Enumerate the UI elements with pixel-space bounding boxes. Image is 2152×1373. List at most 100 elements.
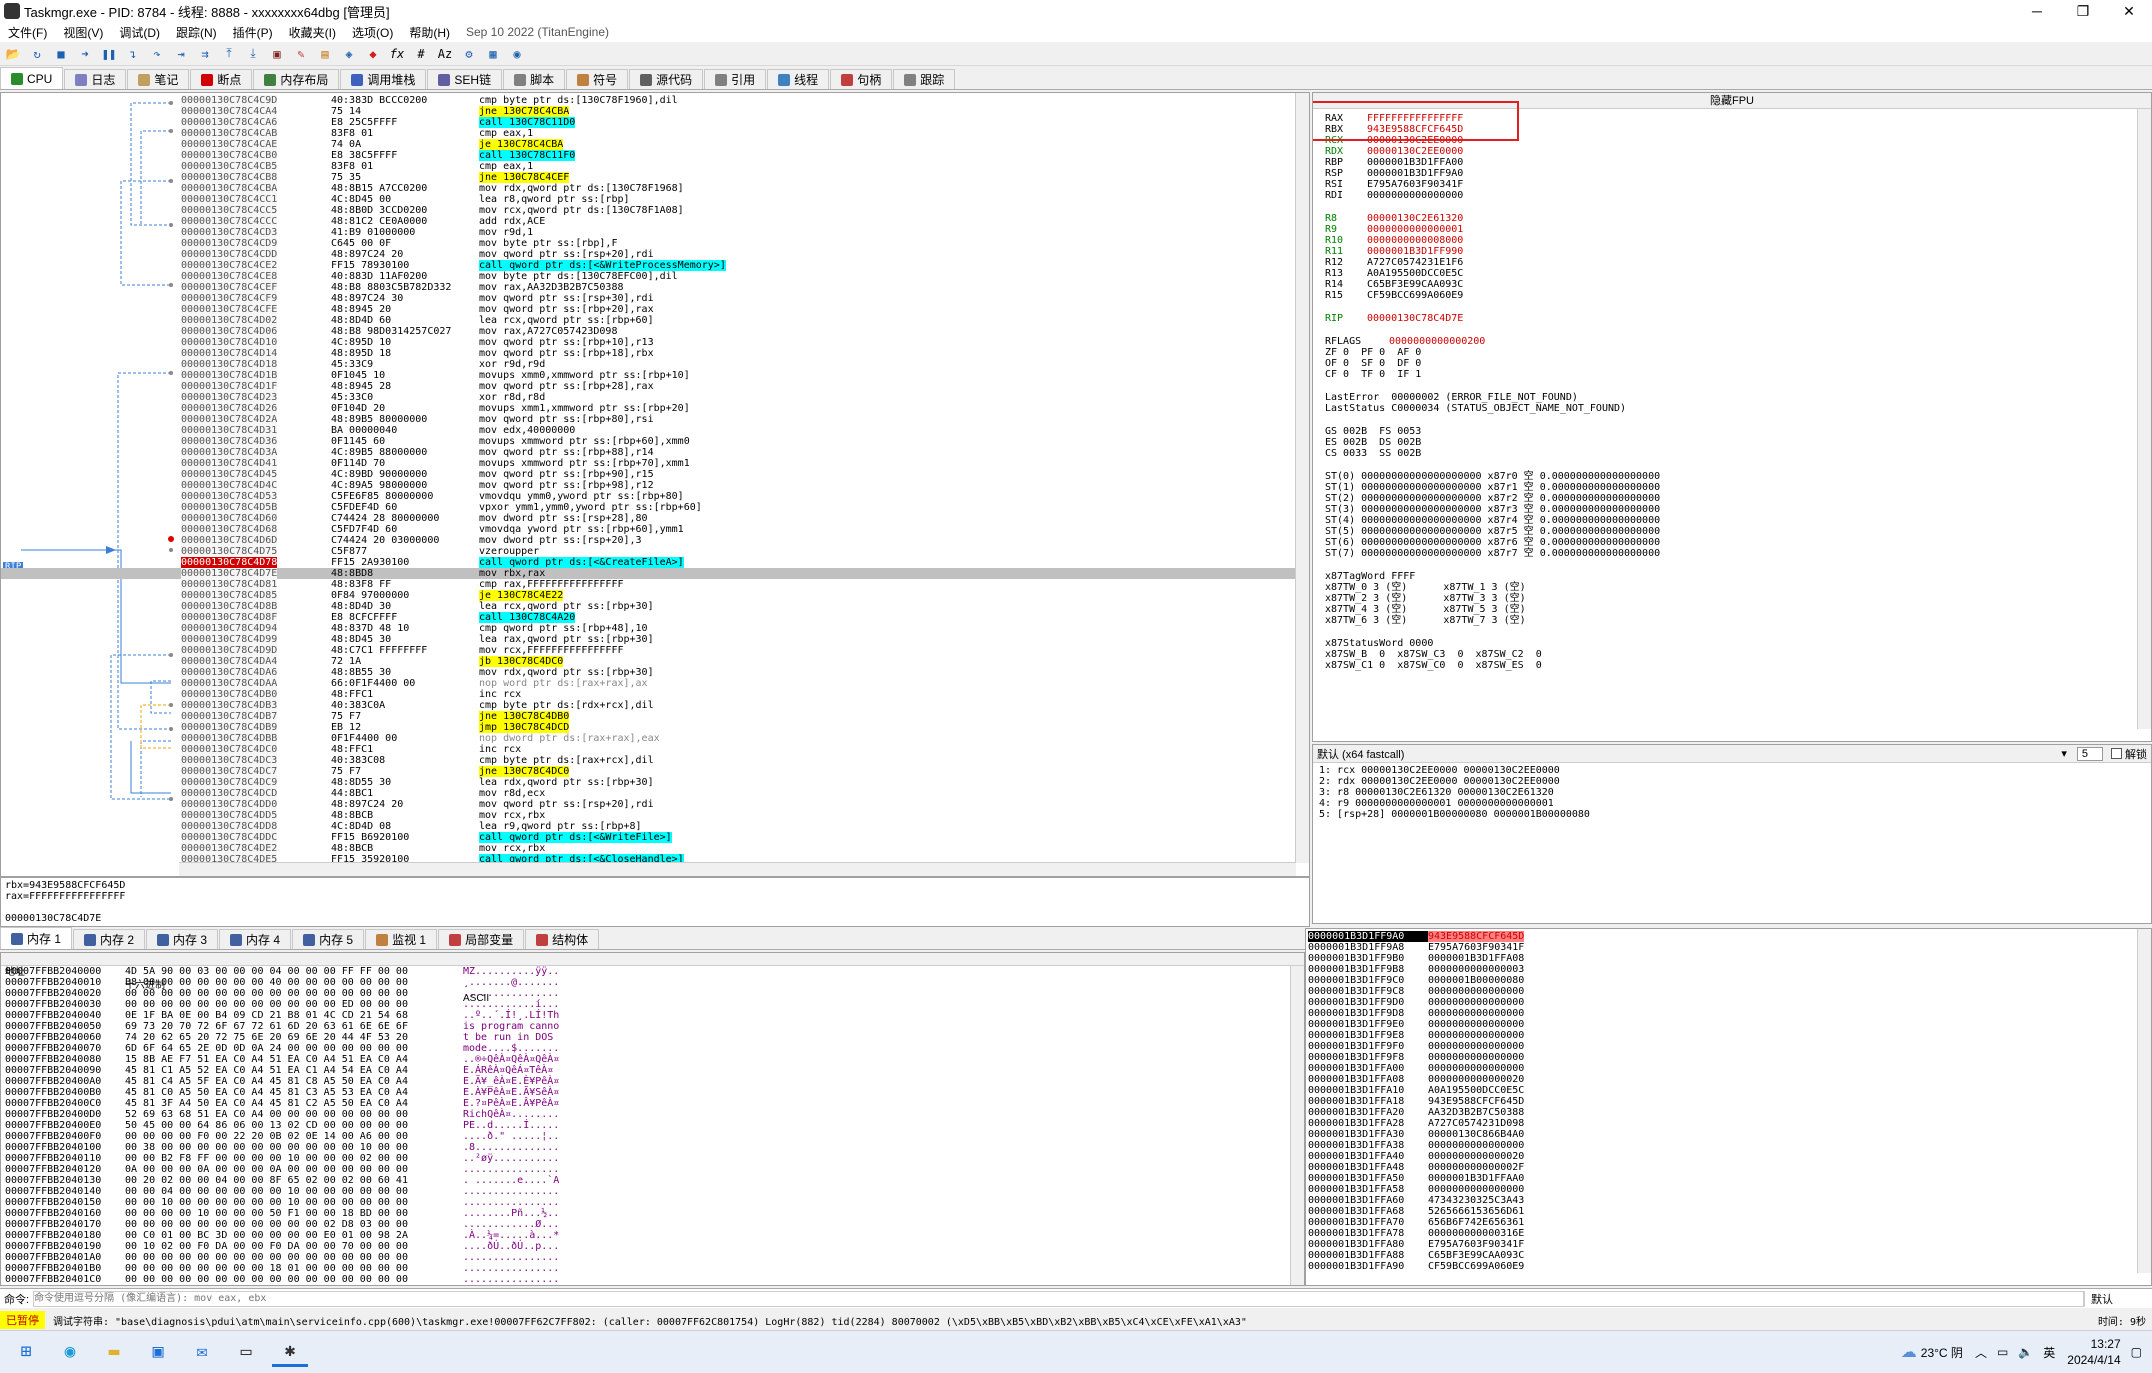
disasm-row[interactable]: 00000130C78C4D78 FF15 2A930100 call qword … [1,557,1296,568]
close-button[interactable]: ✕ [2106,0,2152,22]
disasm-row[interactable]: 00000130C78C4DBB 0F1F4400 00 nop dword ptr… [1,733,1296,744]
fpu-tag-row[interactable]: x87TW_0 3 (空) x87TW_1 3 (空) [1325,582,1526,593]
tab-11[interactable]: 线程 [767,69,830,89]
menu-plugins[interactable]: 插件(P) [225,24,281,41]
stack-row[interactable]: 0000001B3D1FF9B8 0000000000000003 [1308,964,1524,975]
disasm-row[interactable]: 00000130C78C4CC5 48:8B0D 3CCD0200 mov rcx,… [1,205,1296,216]
execute-till-return-icon[interactable]: ⤒ [220,45,238,63]
help-icon[interactable]: ◉ [508,45,526,63]
disasm-row[interactable]: 00000130C78C4DB9 EB 12 jmp 130C78C4DCD [1,722,1296,733]
register-row[interactable]: R12 A727C0574231E1F6 [1325,257,1463,268]
chevron-down-icon[interactable]: ▾ [2061,747,2067,760]
disasm-row[interactable]: 00000130C78C4D9D 48:C7C1 FFFFFFFF mov rcx,… [1,645,1296,656]
register-row[interactable]: RBP 0000001B3D1FFA00 [1325,157,1463,168]
register-row[interactable]: R10 0000000000008000 [1325,235,1463,246]
disasm-row[interactable]: 00000130C78C4C9D 40:383D BCCC0200 cmp byte… [1,95,1296,106]
clock[interactable]: 13:27 2024/4/14 [2067,1336,2120,1368]
tab-7[interactable]: 脚本 [503,69,566,89]
app-icon[interactable]: ▭ [228,1337,264,1367]
stack-row[interactable]: 0000001B3D1FFA28 A727C0574231D098 [1308,1118,1524,1129]
fpu-st-row[interactable]: ST(7) 00000000000000000000 x87r7 空 0.000… [1325,548,1660,559]
disasm-row[interactable]: 00000130C78C4CD9 C645 00 0F mov byte ptr s… [1,238,1296,249]
menu-favourites[interactable]: 收藏夹(I) [281,24,344,41]
register-value[interactable]: A0A195500DCC0E5C [1367,268,1463,279]
disasm-horizontal-scrollbar[interactable] [179,862,1296,876]
register-value[interactable]: CF59BCC699A060E9 [1367,290,1463,301]
registers-scrollbar[interactable] [2137,109,2151,729]
dump-tab-6[interactable]: 局部变量 [438,929,525,949]
tab-9[interactable]: 源代码 [629,69,704,89]
stack-row[interactable]: 0000001B3D1FF9F8 0000000000000000 [1308,1052,1524,1063]
fpu-tag-row[interactable]: x87TagWord FFFF [1325,571,1415,582]
weather-icon[interactable]: ☁ [1901,1342,1917,1362]
stack-row[interactable]: 0000001B3D1FFA38 0000000000000000 [1308,1140,1524,1151]
function-icon[interactable]: fx [388,45,406,63]
label-icon[interactable]: ◈ [340,45,358,63]
restore-button[interactable]: ❐ [2060,0,2106,22]
argument-row[interactable]: 1: rcx 00000130C2EE0000 00000130C2EE0000 [1319,765,2145,776]
disasm-row[interactable]: 00000130C78C4D14 48:895D 18 mov qword ptr … [1,348,1296,359]
disasm-row[interactable]: 00000130C78C4DD8 4C:8D4D 08 lea r9,qword p… [1,821,1296,832]
disasm-row[interactable]: 00000130C78C4CAE 74 0A je 130C78C4CBA [1,139,1296,150]
minimize-button[interactable]: ─ [2014,0,2060,22]
disasm-row[interactable]: 00000130C78C4D18 45:33C9 xor r9d,r9d [1,359,1296,370]
menu-debug[interactable]: 调试(D) [111,24,168,41]
stack-row[interactable]: 0000001B3D1FFA08 0000000000000020 [1308,1074,1524,1085]
disasm-row[interactable]: 00000130C78C4CF9 48:897C24 30 mov qword pt… [1,293,1296,304]
tab-8[interactable]: 符号 [566,69,629,89]
stack-row[interactable]: 0000001B3D1FF9D8 0000000000000000 [1308,1008,1524,1019]
command-input[interactable] [33,1290,2084,1307]
tab-5[interactable]: 调用堆栈 [340,69,427,89]
rflags-row[interactable]: RFLAGS 0000000000000200 [1325,336,1485,347]
register-value[interactable]: 00000130C2EE0000 [1367,146,1463,157]
fpu-st-row[interactable]: ST(4) 00000000000000000000 x87r4 空 0.000… [1325,515,1660,526]
disasm-row[interactable]: 00000130C78C4DE2 48:8BCB mov rcx,rbx [1,843,1296,854]
edge-icon[interactable]: ◉ [52,1337,88,1367]
disasm-row[interactable]: 00000130C78C4DCD 44:8BC1 mov r8d,ecx [1,788,1296,799]
stack-row[interactable]: 0000001B3D1FF9E8 0000000000000000 [1308,1030,1524,1041]
stack-row[interactable]: 0000001B3D1FFA78 000000000000316E [1308,1228,1524,1239]
memory-dump-view[interactable]: 地址 十六进制 ASCII 00007FFBB2040000 4D 5A 90 0… [0,952,1305,1286]
fpu-tag-row[interactable]: x87TW_2 3 (空) x87TW_3 3 (空) [1325,593,1526,604]
disasm-row[interactable]: 00000130C78C4D60 C74424 28 80000000 mov dw… [1,513,1296,524]
register-value[interactable]: 0000001B3D1FF990 [1367,246,1463,257]
store-icon[interactable]: ▣ [140,1337,176,1367]
disasm-row[interactable]: 00000130C78C4DD0 48:897C24 20 mov qword pt… [1,799,1296,810]
trace-over-icon[interactable]: ⇉ [196,45,214,63]
disasm-row[interactable]: 00000130C78C4D02 48:8D4D 60 lea rcx,qword … [1,315,1296,326]
stack-row[interactable]: 0000001B3D1FFA88 C65BF3E99CAA093C [1308,1250,1524,1261]
register-row[interactable]: RDI 0000000000000000 [1325,190,1463,201]
run-to-user-icon[interactable]: ⤓ [244,45,262,63]
register-value[interactable]: E795A7603F90341F [1367,179,1463,190]
segment-row[interactable]: CS 0033 SS 002B [1325,448,1421,459]
disasm-row[interactable]: 00000130C78C4DC7 75 F7 jne 130C78C4DC0 [1,766,1296,777]
disasm-row[interactable]: 00000130C78C4D36 0F1145 60 movups xmmword … [1,436,1296,447]
tab-0[interactable]: CPU [0,67,64,89]
disasm-row[interactable]: 00000130C78C4D6D C74424 20 03000000 mov dw… [1,535,1296,546]
settings-icon[interactable]: ⚙ [460,45,478,63]
stack-row[interactable]: 0000001B3D1FFA68 5265666153656D61 [1308,1206,1524,1217]
disasm-row[interactable]: 00000130C78C4D85 0F84 97000000 je 130C78C4… [1,590,1296,601]
flag-row[interactable]: OF 0 SF 0 DF 0 [1325,358,1421,369]
argument-row[interactable]: 2: rdx 00000130C2EE0000 00000130C2EE0000 [1319,776,2145,787]
register-value[interactable]: A727C0574231E1F6 [1367,257,1463,268]
stack-row[interactable]: 0000001B3D1FF9D0 0000000000000000 [1308,997,1524,1008]
disasm-row[interactable]: 00000130C78C4D1F 48:8945 28 mov qword ptr … [1,381,1296,392]
tab-12[interactable]: 句柄 [830,69,893,89]
stack-view[interactable]: 0000001B3D1FF9A0 943E9588CFCF645D 0000001B… [1305,928,2152,1286]
register-value[interactable]: 0000000000008000 [1367,235,1463,246]
register-value[interactable]: 0000001B3D1FFA00 [1367,157,1463,168]
last-error-row[interactable]: LastStatus C0000034 (STATUS_OBJECT_NAME_… [1325,403,1626,414]
register-row[interactable]: R13 A0A195500DCC0E5C [1325,268,1463,279]
stack-row[interactable]: 0000001B3D1FFA30 00000130C866B4A0 [1308,1129,1524,1140]
disasm-row[interactable]: 00000130C78C4DAA 66:0F1F4400 00 nop word p… [1,678,1296,689]
fpu-st-row[interactable]: ST(6) 00000000000000000000 x87r6 空 0.000… [1325,537,1660,548]
disasm-row[interactable]: 00000130C78C4D99 48:8D45 30 lea rax,qword … [1,634,1296,645]
dump-tab-4[interactable]: 内存 5 [292,929,365,949]
disasm-row[interactable]: 00000130C78C4D10 4C:895D 10 mov qword ptr … [1,337,1296,348]
disasm-row[interactable]: 00000130C78C4DC3 40:383C08 cmp byte ptr ds… [1,755,1296,766]
fpu-tag-row[interactable]: x87TW_4 3 (空) x87TW_5 3 (空) [1325,604,1526,615]
dump-scrollbar[interactable] [1290,966,1304,1285]
fpu-status-row[interactable]: x87SW_B 0 x87SW_C3 0 x87SW_C2 0 [1325,649,1542,660]
stack-row[interactable]: 0000001B3D1FF9E0 0000000000000000 [1308,1019,1524,1030]
